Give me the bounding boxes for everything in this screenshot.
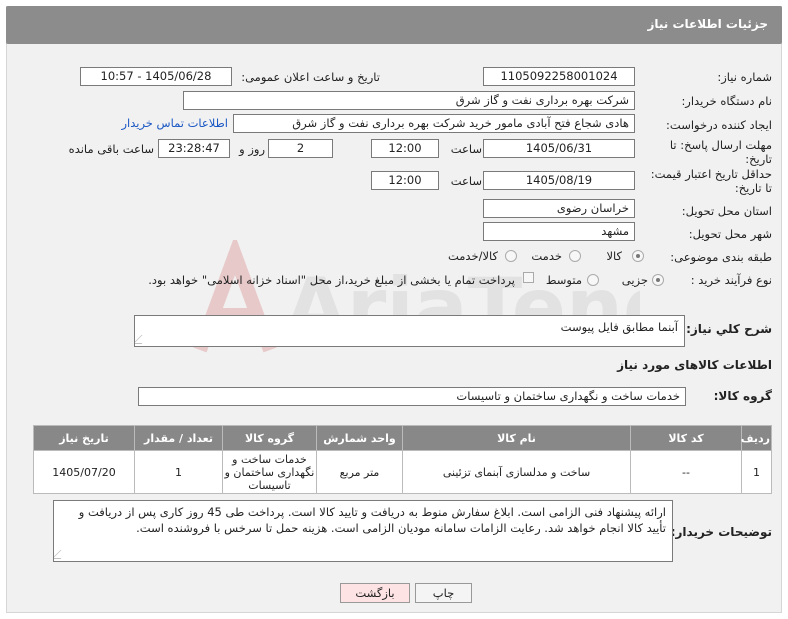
buyer-org-label: نام دستگاه خریدار: (681, 94, 772, 108)
process-option-minor: جزیی (621, 273, 648, 287)
buyer-notes-textarea[interactable]: ارائه پیشنهاد فنی الزامی است. ابلاغ سفار… (53, 500, 673, 562)
remaining-time-field: 23:28:47 (158, 139, 230, 158)
description-text: آبنما مطابق فایل پیوست (560, 320, 678, 334)
requester-field: هادی شجاع فتح آبادی مامور خرید شرکت بهره… (233, 114, 635, 133)
price-date-field: 1405/08/19 (483, 171, 635, 190)
price-validity-label: حداقل تاریخ اعتبار قیمت: (650, 167, 772, 181)
need-number-field: 1105092258001024 (483, 67, 635, 86)
col-header-row-number: ردیف (741, 425, 772, 451)
category-radio-service[interactable] (569, 250, 581, 262)
description-label: شرح کلي نياز: (686, 322, 772, 336)
buyer-notes-label: توضیحات خریدار: (670, 525, 772, 539)
cell-item-code: -- (630, 450, 742, 494)
deadline-label-date: تاریخ: (745, 152, 772, 166)
col-header-quantity: تعداد / مقدار (134, 425, 223, 451)
deadline-time-field: 12:00 (371, 139, 439, 158)
goods-group-field: خدمات ساخت و نگهداری ساختمان و تاسیسات (138, 387, 686, 406)
cell-unit: متر مربع (316, 450, 403, 494)
col-header-item-code: کد کالا (630, 425, 742, 451)
deadline-time-label: ساعت (450, 142, 482, 156)
treasury-payment-note: پرداخت تمام یا بخشی از مبلغ خرید،از محل … (148, 273, 515, 287)
goods-group-label: گروه کالا: (713, 389, 772, 403)
contact-info-link[interactable]: اطلاعات تماس خریدار (121, 116, 228, 130)
deadline-label: مهلت ارسال پاسخ: تا (669, 138, 772, 152)
goods-table: ردیف کد کالا نام کالا واحد شمارش گروه کا… (33, 425, 772, 494)
price-validity-label-date: تا تاریخ: (734, 181, 772, 195)
page-title: جزئیات اطلاعات نیاز (647, 17, 768, 31)
days-label: روز و (239, 142, 265, 156)
resize-grip-icon (135, 335, 151, 344)
category-radio-both[interactable] (505, 250, 517, 262)
cell-item-group: خدمات ساخت و نگهداری ساختمان و تاسیسات (222, 450, 317, 494)
col-header-item-name: نام کالا (402, 425, 631, 451)
category-radio-goods[interactable] (632, 250, 644, 262)
need-number-label: شماره نیاز: (717, 70, 772, 84)
back-button[interactable]: بازگشت (340, 583, 410, 603)
cell-need-date: 1405/07/20 (33, 450, 135, 494)
cell-row-number: 1 (741, 450, 772, 494)
province-label: استان محل تحویل: (681, 204, 772, 218)
price-time-label: ساعت (450, 174, 482, 188)
col-header-item-group: گروه کالا (222, 425, 317, 451)
city-label: شهر محل تحویل: (688, 227, 772, 241)
col-header-need-date: تاریخ نیاز (33, 425, 135, 451)
price-time-field: 12:00 (371, 171, 439, 190)
buyer-org-field: شرکت بهره برداری نفت و گاز شرق (183, 91, 635, 110)
announce-label: تاریخ و ساعت اعلان عمومی: (241, 70, 380, 84)
remaining-label: ساعت باقی مانده (68, 142, 154, 156)
category-option-goods: کالا (606, 249, 622, 263)
treasury-payment-checkbox[interactable] (523, 272, 534, 283)
buyer-notes-text: ارائه پیشنهاد فنی الزامی است. ابلاغ سفار… (78, 505, 666, 535)
announce-field: 1405/06/28 - 10:57 (80, 67, 232, 86)
print-button[interactable]: چاپ (415, 583, 472, 603)
cell-quantity: 1 (134, 450, 223, 494)
process-type-label: نوع فرآیند خرید : (690, 273, 772, 287)
description-textarea[interactable]: آبنما مطابق فایل پیوست (134, 315, 685, 347)
process-radio-medium[interactable] (587, 274, 599, 286)
requester-label: ایجاد کننده درخواست: (666, 118, 772, 132)
col-header-unit: واحد شمارش (316, 425, 403, 451)
city-field: مشهد (483, 222, 635, 241)
goods-section-title: اطلاعات کالاهای مورد نیاز (617, 358, 772, 372)
process-radio-minor[interactable] (652, 274, 664, 286)
category-option-service: خدمت (531, 249, 562, 263)
category-label: طبقه بندی موضوعی: (670, 250, 772, 264)
deadline-date-field: 1405/06/31 (483, 139, 635, 158)
table-header-row: ردیف کد کالا نام کالا واحد شمارش گروه کا… (33, 425, 772, 451)
days-field: 2 (268, 139, 333, 158)
title-bar: جزئیات اطلاعات نیاز (6, 6, 782, 44)
resize-grip-icon (54, 550, 70, 559)
process-option-medium: متوسط (545, 273, 582, 287)
province-field: خراسان رضوی (483, 199, 635, 218)
cell-item-name: ساخت و مدلسازی آبنمای تزئینی (402, 450, 631, 494)
category-option-both: کالا/خدمت (447, 249, 498, 263)
table-row: 1 -- ساخت و مدلسازی آبنمای تزئینی متر مر… (33, 450, 772, 494)
